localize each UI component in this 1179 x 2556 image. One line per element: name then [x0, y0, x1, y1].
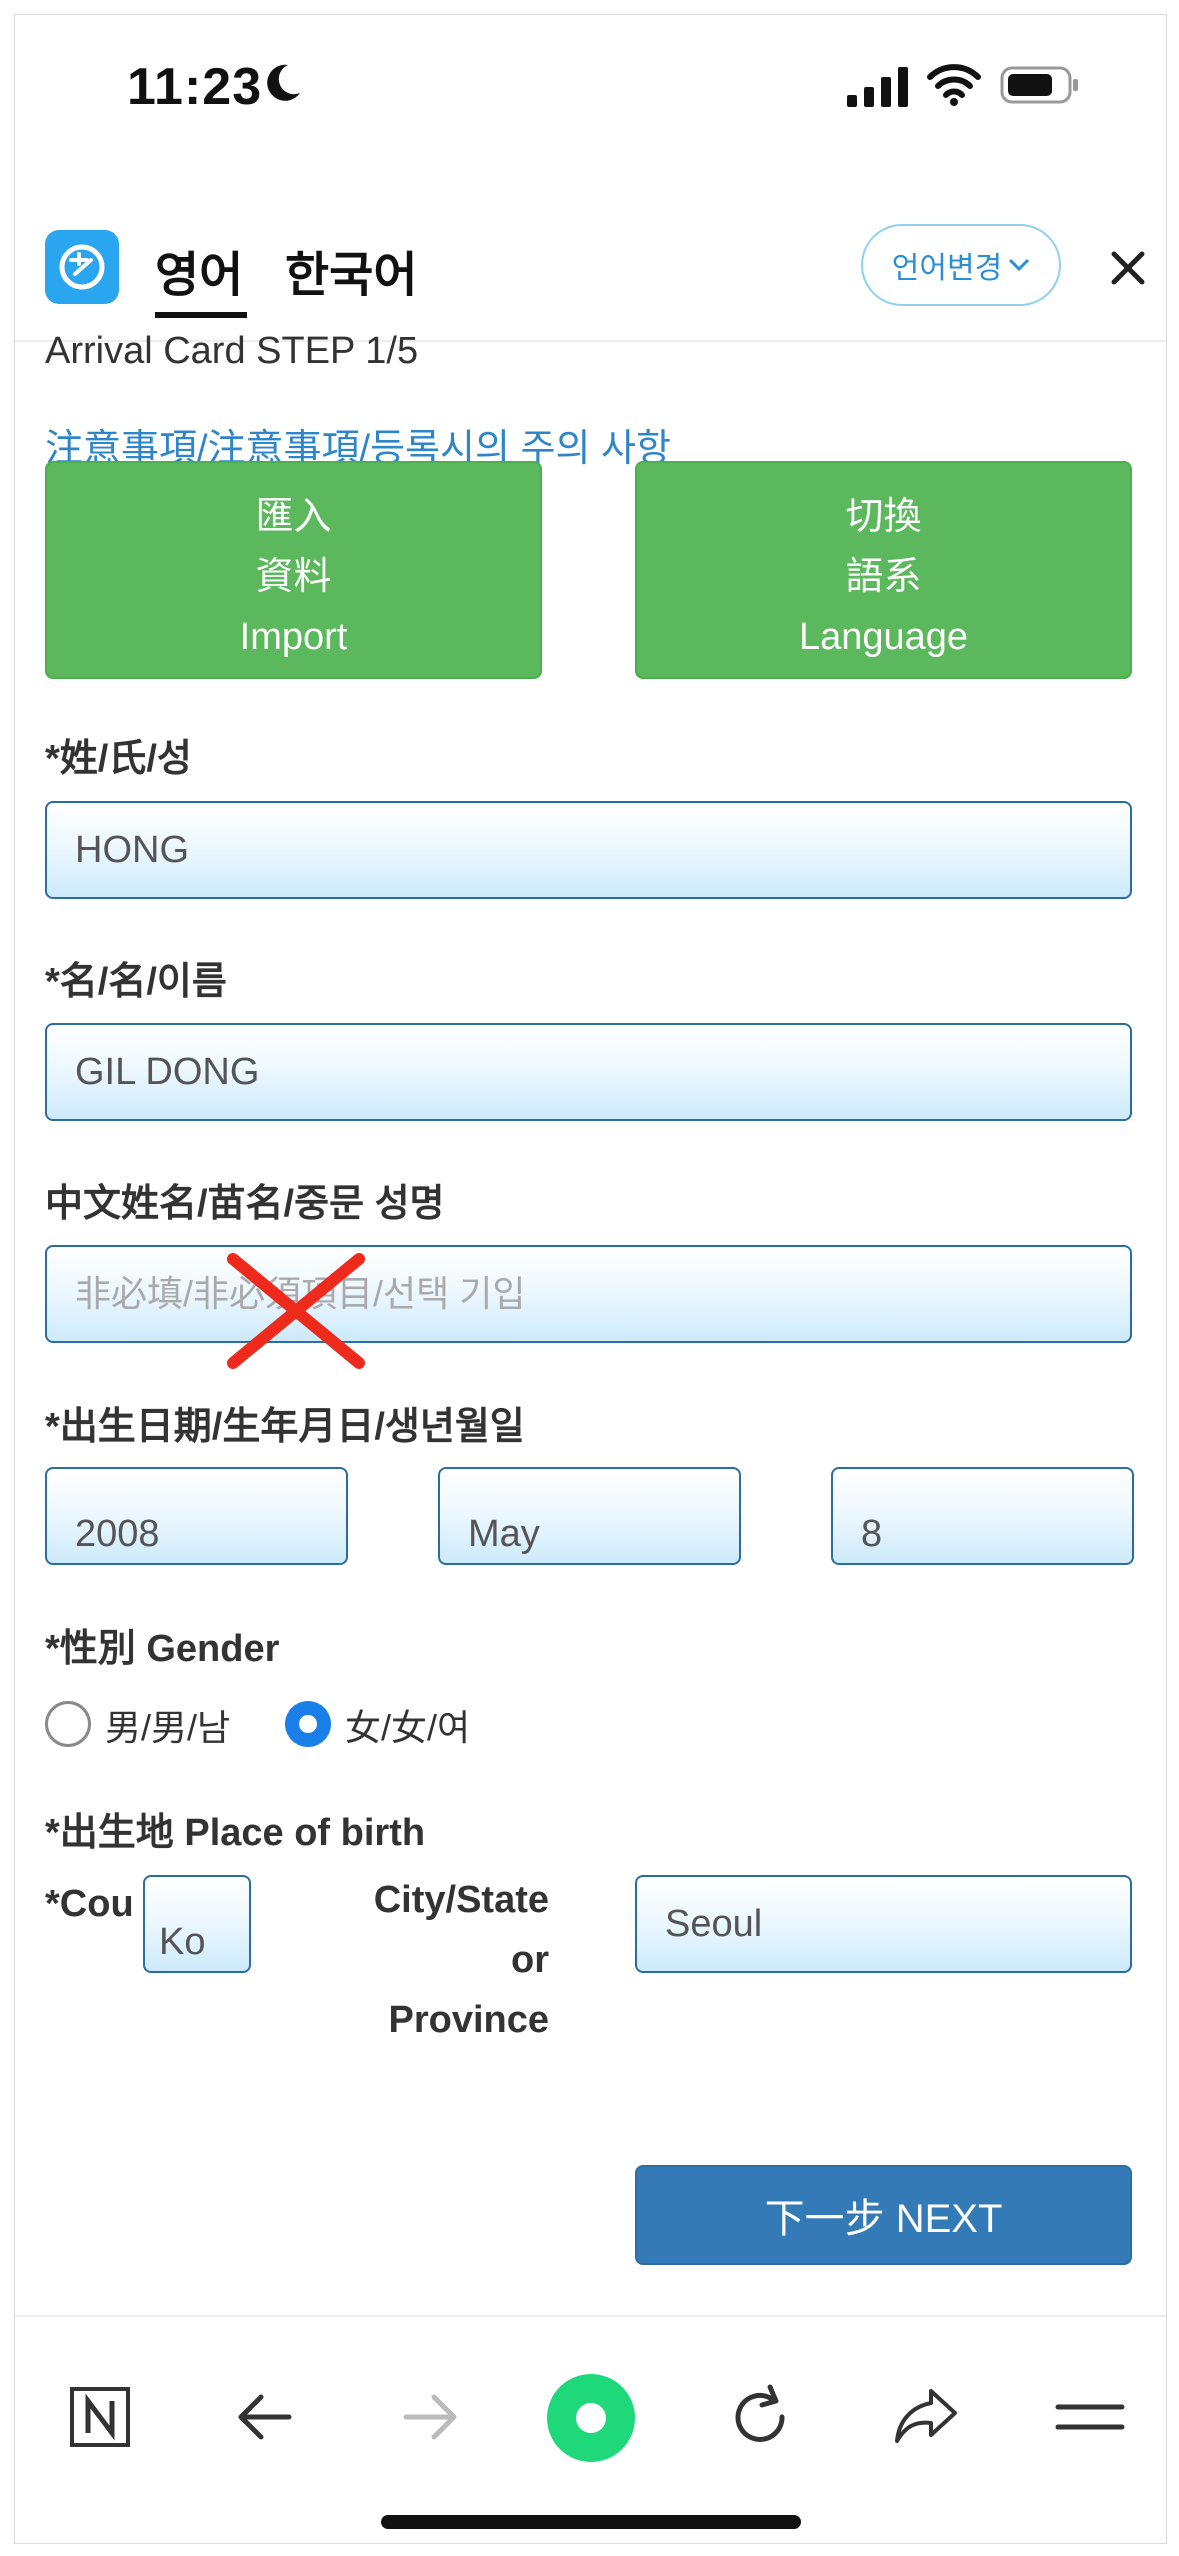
- birth-day-select[interactable]: 8: [831, 1467, 1134, 1565]
- city-label-line-3: Province: [388, 1999, 549, 2041]
- birth-year-select[interactable]: 2008: [45, 1467, 348, 1565]
- change-language-button[interactable]: 언어변경: [861, 224, 1061, 306]
- phone-screen: 11:23 영어 한국어 언어변경 Arrival Card STEP 1/5 …: [14, 14, 1167, 2544]
- chinese-name-label: 中文姓名/苗名/중문 성명: [45, 1183, 445, 1225]
- country-select[interactable]: Ko: [143, 1875, 251, 1973]
- gender-male-radio[interactable]: [45, 1701, 91, 1747]
- cross-mark-icon: [227, 1253, 365, 1369]
- surname-input[interactable]: HONG: [45, 801, 1132, 899]
- app-header: 영어 한국어 언어변경: [15, 200, 1166, 342]
- moon-icon: [267, 64, 300, 101]
- forward-arrow-icon[interactable]: [390, 2377, 470, 2457]
- cellular-signal-icon: [847, 67, 908, 107]
- browser-toolbar: [15, 2315, 1166, 2543]
- tab-selected-indicator: [155, 312, 247, 318]
- gender-label: *性別 Gender: [45, 1628, 280, 1670]
- switch-language-button[interactable]: 切換 語系 Language: [635, 461, 1132, 679]
- change-language-label: 언어변경: [891, 252, 1003, 285]
- given-name-input[interactable]: GIL DONG: [45, 1023, 1132, 1121]
- chevron-down-icon: [1009, 258, 1030, 272]
- given-name-label: *名/名/이름: [45, 961, 227, 1003]
- app-logo: [45, 230, 119, 304]
- birth-month-select[interactable]: May: [438, 1467, 741, 1565]
- status-time: 11:23: [127, 58, 263, 116]
- gender-female-radio[interactable]: [285, 1701, 331, 1747]
- gender-male-label: 男/男/남: [105, 1707, 231, 1748]
- status-bar: 11:23: [15, 15, 1166, 165]
- city-label-line-1: City/State: [373, 1879, 549, 1921]
- chinese-name-input[interactable]: 非必填/非必須項目/선택 기입: [45, 1245, 1132, 1343]
- import-data-button[interactable]: 匯入 資料 Import: [45, 461, 542, 679]
- green-dot-icon[interactable]: [545, 2372, 637, 2464]
- language-line-3: Language: [798, 616, 969, 658]
- birth-date-label: *出生日期/生年月日/생년월일: [45, 1406, 525, 1448]
- city-input[interactable]: Seoul: [635, 1875, 1132, 1973]
- import-line-1: 匯入: [255, 496, 332, 538]
- translate-logo-icon: [59, 244, 105, 290]
- wifi-icon: [927, 64, 981, 106]
- next-button[interactable]: 下一步 NEXT: [635, 2165, 1132, 2265]
- city-label: City/State or Province: [259, 1870, 549, 2050]
- home-indicator: [381, 2515, 801, 2529]
- battery-icon: [1000, 66, 1078, 104]
- naver-home-icon[interactable]: [60, 2377, 140, 2457]
- language-line-1: 切換: [845, 496, 922, 538]
- language-line-2: 語系: [845, 556, 922, 598]
- back-arrow-icon[interactable]: [225, 2377, 305, 2457]
- gender-female-label: 女/女/여: [345, 1707, 471, 1748]
- import-line-3: Import: [239, 616, 348, 658]
- city-label-line-2: or: [511, 1939, 549, 1981]
- country-label: *Cou: [45, 1883, 134, 1925]
- step-title: Arrival Card STEP 1/5: [45, 330, 419, 372]
- surname-label: *姓/氏/성: [45, 738, 192, 780]
- menu-icon[interactable]: [1050, 2377, 1130, 2457]
- import-line-2: 資料: [255, 556, 332, 598]
- tab-korean[interactable]: 한국어: [285, 235, 417, 305]
- tab-english[interactable]: 영어: [155, 235, 243, 305]
- close-icon[interactable]: [1100, 240, 1156, 296]
- share-icon[interactable]: [885, 2377, 965, 2457]
- reload-icon[interactable]: [720, 2377, 800, 2457]
- place-of-birth-label: *出生地 Place of birth: [45, 1812, 426, 1854]
